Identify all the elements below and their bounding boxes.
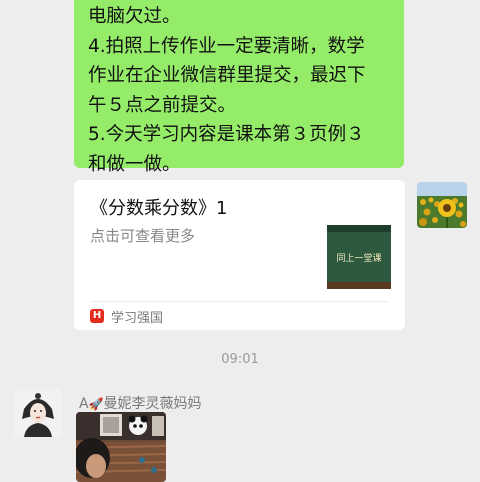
outgoing-message-bubble[interactable]: 电脑欠过。 4.拍照上传作业一定要清晰，数学 作业在企业微信群里提交，最迟下 午… bbox=[74, 0, 404, 175]
source-name: 学习强国 bbox=[111, 310, 164, 326]
xuexi-qiangguo-logo-icon: H bbox=[90, 309, 104, 323]
article-thumbnail: 同上一堂课 bbox=[327, 225, 391, 289]
sender-avatar[interactable] bbox=[14, 389, 62, 437]
article-source: H 学习强国 bbox=[90, 305, 163, 327]
sender-prefix: A bbox=[79, 396, 89, 412]
photo-image bbox=[76, 412, 166, 482]
message-line: 午５点之前提交。 bbox=[88, 94, 237, 116]
sender-name: A🚀曼妮李灵薇妈妈 bbox=[79, 393, 202, 413]
message-line: 5.今天学习内容是课本第３页例３ bbox=[88, 124, 365, 145]
article-title: 《分数乘分数》1 bbox=[90, 198, 228, 219]
shared-article-card[interactable]: 《分数乘分数》1 点击可查看更多 同上一堂课 H 学习强国 bbox=[74, 180, 405, 330]
incoming-photo-message[interactable] bbox=[76, 412, 166, 482]
message-line: 作业在企业微信群里提交，最迟下 bbox=[88, 65, 366, 86]
self-avatar[interactable] bbox=[417, 182, 467, 228]
message-line: 电脑欠过。 bbox=[88, 6, 181, 27]
article-description: 点击可查看更多 bbox=[90, 227, 196, 245]
thumbnail-caption: 同上一堂课 bbox=[336, 252, 381, 264]
sunflower-image bbox=[417, 182, 467, 228]
rocket-icon: 🚀 bbox=[88, 397, 104, 411]
person-portrait-image bbox=[14, 389, 62, 437]
message-timestamp: 09:01 bbox=[221, 352, 259, 367]
card-divider bbox=[90, 301, 389, 302]
sender-display-name: 曼妮李灵薇妈妈 bbox=[103, 396, 202, 412]
message-line: 4.拍照上传作业一定要清晰，数学 bbox=[88, 35, 365, 57]
message-line: 和做一做。 bbox=[88, 153, 181, 175]
